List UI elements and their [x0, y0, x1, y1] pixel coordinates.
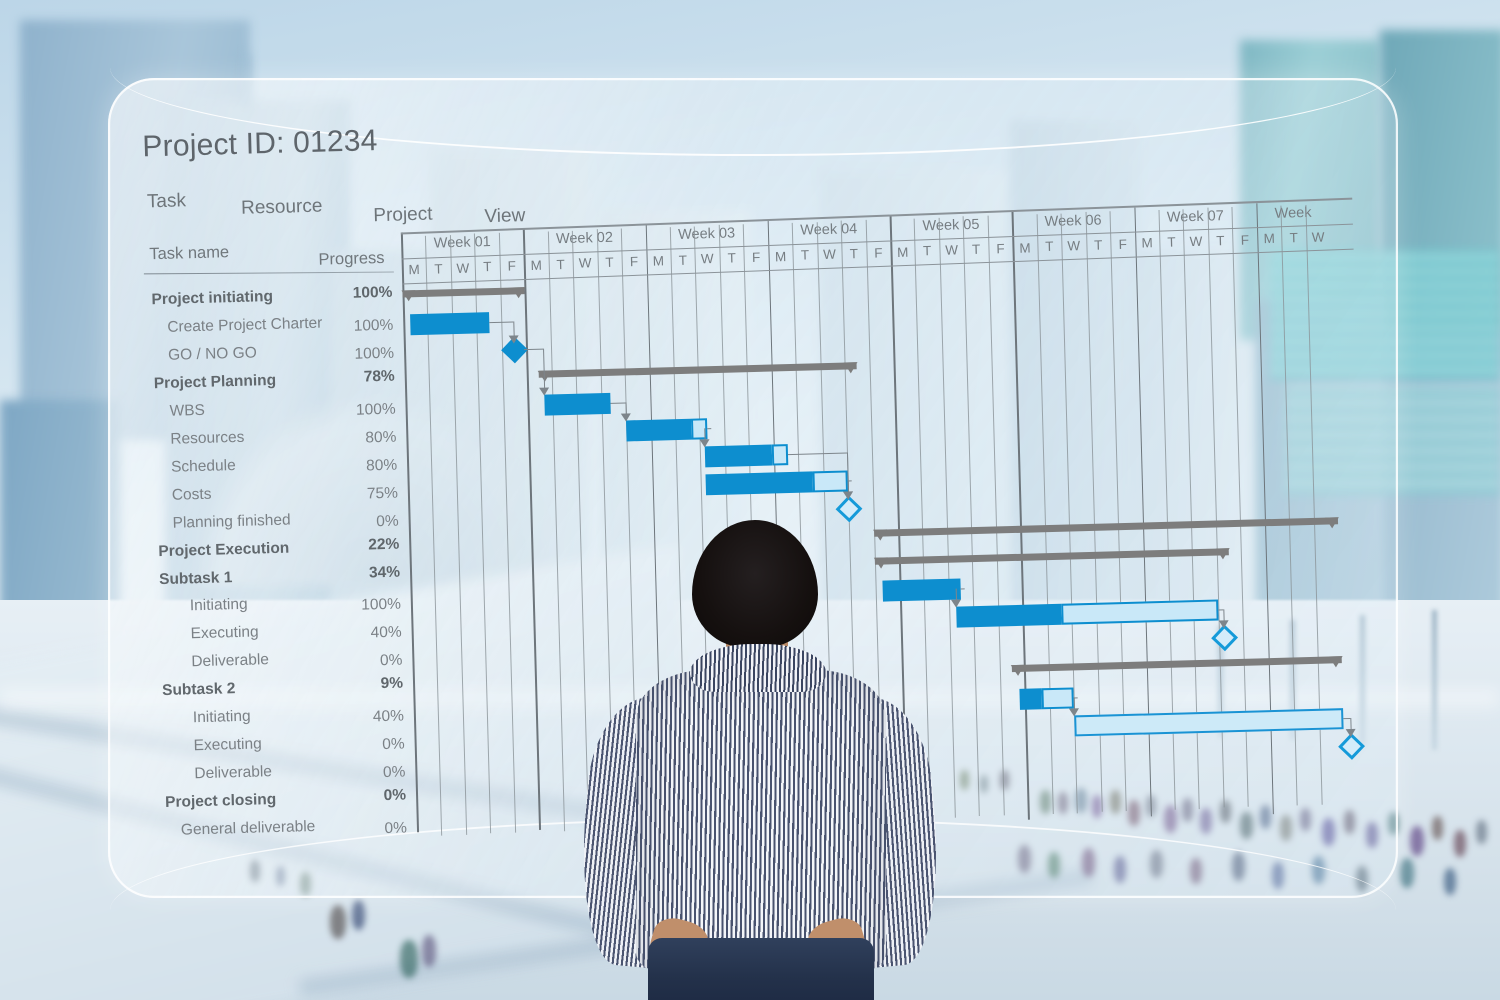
connector-horizontal	[524, 349, 543, 351]
day-header-cell: T	[1086, 237, 1111, 253]
connector-horizontal	[788, 452, 847, 455]
task-bar-remaining	[1074, 708, 1343, 736]
connector-arrowhead	[1218, 621, 1228, 629]
day-header-cell: W	[451, 260, 476, 276]
task-bar[interactable]	[1074, 708, 1343, 736]
week-header-label: Week 03	[645, 225, 768, 244]
connector-arrowhead	[621, 413, 631, 421]
connector-arrowhead	[509, 335, 519, 343]
task-bar[interactable]	[626, 418, 707, 441]
task-bar-progress-fill	[626, 418, 691, 441]
week-header-label: Week 05	[890, 216, 1013, 235]
week-header-label: Week	[1256, 204, 1330, 222]
day-header-cell: M	[1257, 231, 1282, 247]
day-header-cell: F	[1110, 236, 1135, 252]
day-header-cell: W	[573, 256, 598, 272]
task-bar-progress-fill	[705, 444, 772, 467]
summary-bar-end-cap	[1216, 548, 1230, 559]
task-bar-remaining	[771, 444, 788, 465]
connector-arrowhead	[843, 491, 853, 499]
connector-horizontal	[1343, 718, 1350, 719]
day-header-cell: W	[1306, 229, 1331, 245]
task-bar[interactable]	[545, 393, 612, 416]
summary-bar-end-cap	[1329, 656, 1343, 667]
day-header-cell: T	[915, 243, 940, 259]
task-bar-remaining	[812, 470, 848, 492]
day-header-cell: T	[793, 248, 818, 264]
day-header-cell: T	[1159, 234, 1184, 250]
task-bar[interactable]	[410, 312, 489, 335]
day-header-cell: T	[1208, 233, 1233, 249]
day-header-cell: T	[1281, 230, 1306, 246]
week-header-label: Week 06	[1012, 212, 1135, 231]
summary-bar-start-cap	[1011, 665, 1025, 676]
day-header-cell: F	[988, 241, 1013, 257]
milestone-marker[interactable]	[836, 495, 863, 522]
summary-bar-end-cap	[512, 287, 526, 298]
week-header-label: Week 02	[523, 229, 646, 248]
week-header-label: Week 04	[767, 220, 890, 239]
day-header-cell: F	[866, 245, 891, 261]
connector-arrowhead	[700, 439, 710, 447]
day-header-cell: M	[890, 244, 915, 260]
day-header-cell: W	[695, 251, 720, 267]
task-bar[interactable]	[705, 444, 789, 467]
connector-horizontal	[707, 428, 711, 429]
day-header-cell: T	[426, 261, 451, 277]
connector-horizontal	[611, 402, 626, 403]
summary-bar-end-cap	[1325, 517, 1339, 528]
day-header-cell: T	[670, 252, 695, 268]
task-bar-progress-fill	[545, 393, 612, 416]
day-header-cell: M	[1135, 235, 1160, 251]
day-header-cell: T	[548, 257, 573, 273]
task-bar-remaining	[1061, 600, 1218, 625]
milestone-marker[interactable]	[1339, 733, 1366, 760]
day-header-cell: F	[1232, 232, 1257, 248]
summary-bar	[402, 287, 524, 297]
week-header-label: Week 07	[1134, 207, 1257, 226]
summary-bar-end-cap	[844, 362, 858, 373]
day-header-cell: W	[1184, 234, 1209, 250]
jeans	[648, 938, 874, 1000]
task-bar-progress-fill	[410, 312, 489, 335]
person-viewing-dashboard	[540, 520, 980, 1000]
connector-arrowhead	[1346, 729, 1356, 737]
milestone-marker[interactable]	[1211, 625, 1238, 652]
day-header-cell: T	[597, 255, 622, 271]
week-header-label: Week 01	[401, 233, 524, 252]
day-header-cell: T	[964, 242, 989, 258]
day-header-cell: F	[744, 249, 769, 265]
summary-bar-start-cap	[401, 290, 415, 301]
day-header-cell: T	[1037, 239, 1062, 255]
task-bar-progress-fill	[1020, 689, 1042, 711]
day-header-cell: M	[1013, 240, 1038, 256]
day-gridline	[1036, 214, 1053, 814]
day-gridline	[987, 216, 1004, 816]
day-header-cell: T	[841, 246, 866, 262]
connector-arrowhead	[539, 387, 549, 395]
task-bar-progress-fill	[706, 471, 813, 495]
shirt-collar	[690, 644, 826, 692]
hair	[692, 520, 818, 648]
task-bar[interactable]	[706, 470, 848, 495]
day-header-cell: T	[475, 259, 500, 275]
day-header-cell: M	[646, 253, 671, 269]
day-header-cell: W	[1061, 238, 1086, 254]
task-bar[interactable]	[1020, 688, 1074, 710]
connector-arrowhead	[1069, 708, 1079, 716]
day-header-cell: W	[939, 242, 964, 258]
day-header-cell: F	[622, 254, 647, 270]
day-header-cell: M	[402, 262, 427, 278]
day-header-cell: T	[719, 250, 744, 266]
week-separator-line	[1012, 211, 1030, 819]
task-bar-remaining	[1041, 688, 1074, 710]
week-separator-line	[523, 228, 541, 829]
day-header-cell: M	[768, 249, 793, 265]
day-header-cell: W	[817, 247, 842, 263]
task-bar[interactable]	[956, 600, 1218, 628]
day-header-cell: F	[499, 258, 524, 274]
day-header-cell: M	[524, 257, 549, 273]
